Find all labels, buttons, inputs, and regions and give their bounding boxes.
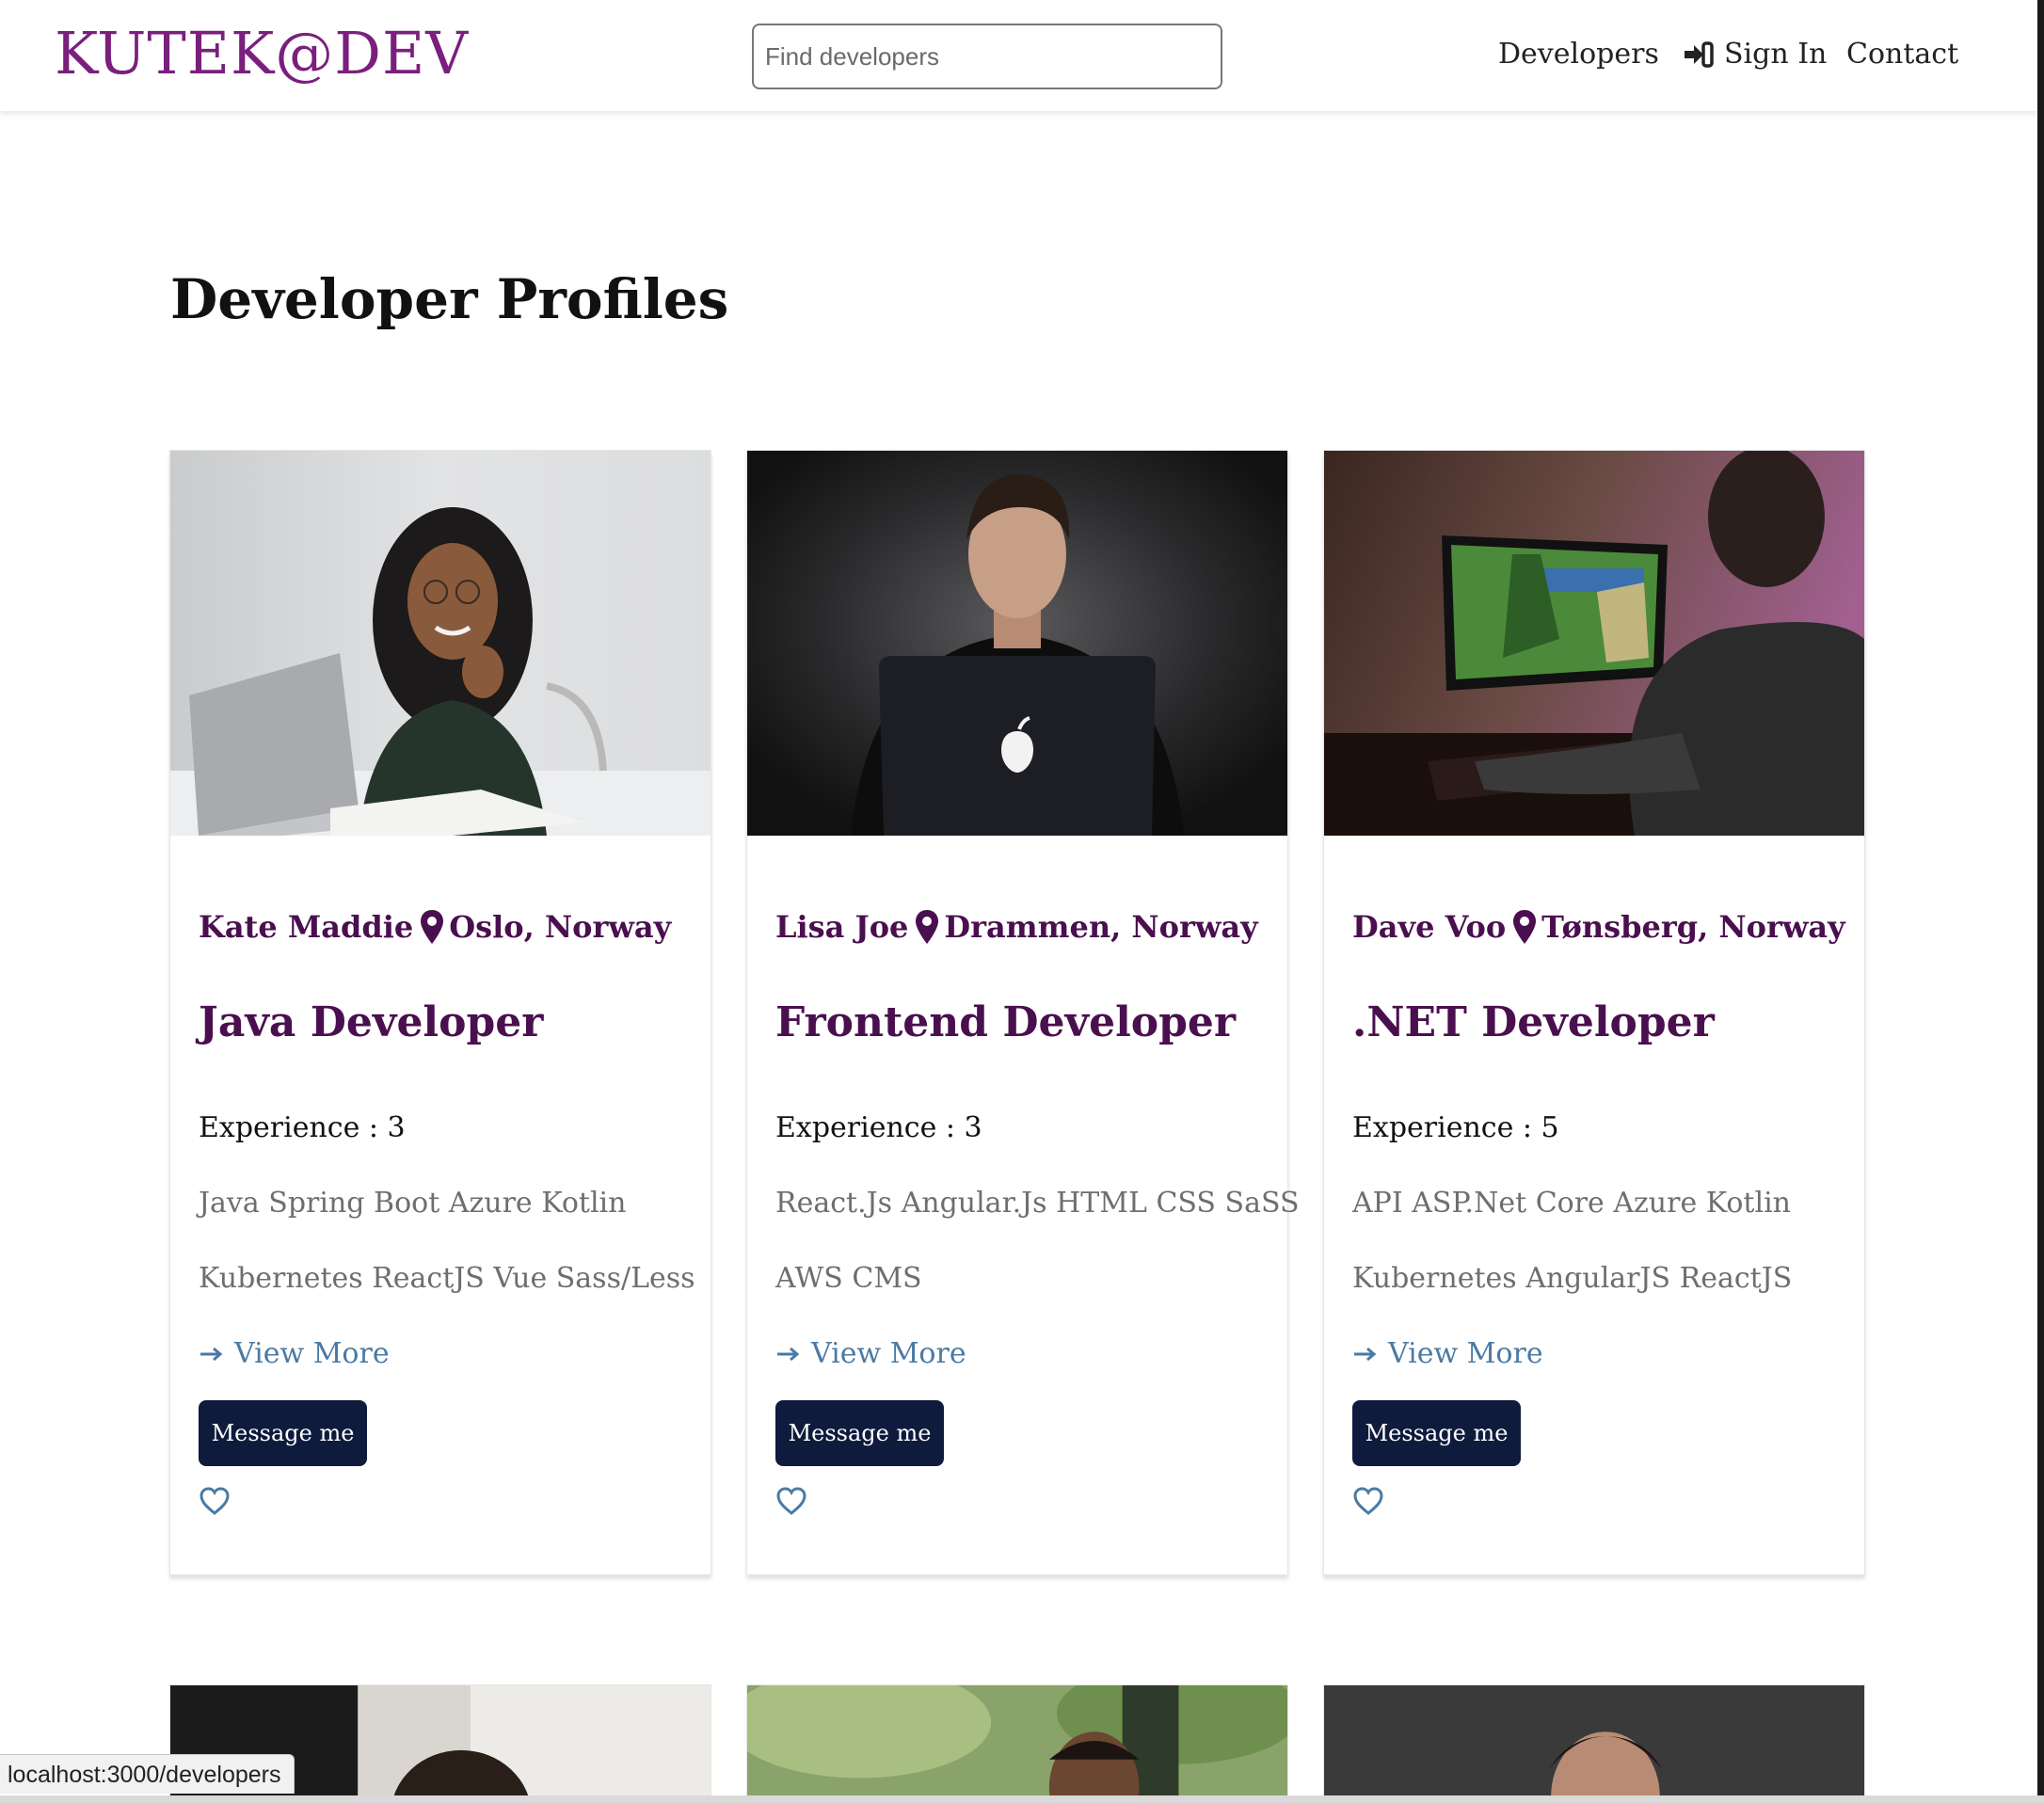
view-more-label: View More xyxy=(1388,1337,1543,1370)
developer-card: Dave Voo Tønsberg, Norway .NET Developer… xyxy=(1323,450,1865,1575)
message-me-button[interactable]: Message me xyxy=(1352,1400,1521,1466)
developer-location: Oslo, Norway xyxy=(449,909,672,945)
developer-role: Java Developer xyxy=(199,998,544,1046)
developer-skills-line2: Kubernetes ReactJS Vue Sass/Less xyxy=(199,1262,695,1295)
developer-card-partial xyxy=(746,1684,1288,1803)
message-me-button[interactable]: Message me xyxy=(199,1400,367,1466)
developer-skills-line1: Java Spring Boot Azure Kotlin xyxy=(199,1187,627,1220)
developer-photo xyxy=(1324,1685,1864,1802)
developer-location: Tønsberg, Norway xyxy=(1541,909,1845,945)
view-more-link[interactable]: View More xyxy=(775,1337,966,1370)
developer-name: Lisa Joe xyxy=(775,909,909,945)
arrow-right-icon xyxy=(200,1347,223,1361)
developer-photo xyxy=(747,1685,1287,1802)
developer-name-location: Kate Maddie Oslo, Norway xyxy=(199,908,671,946)
sign-in-icon xyxy=(1685,41,1714,68)
developer-location: Drammen, Norway xyxy=(944,909,1258,945)
view-more-link[interactable]: View More xyxy=(1352,1337,1543,1370)
map-pin-icon xyxy=(421,910,444,944)
developer-card-partial xyxy=(1323,1684,1865,1803)
developer-card: Kate Maddie Oslo, Norway Java Developer … xyxy=(169,450,711,1575)
window-edge xyxy=(2037,0,2044,1803)
developer-role: Frontend Developer xyxy=(775,998,1237,1046)
map-pin-icon xyxy=(916,910,939,944)
nav-developers-label: Developers xyxy=(1498,38,1659,71)
developer-name-location: Dave Voo Tønsberg, Norway xyxy=(1352,908,1845,946)
view-more-label: View More xyxy=(234,1337,390,1370)
developer-skills-line2: AWS CMS xyxy=(775,1262,922,1295)
heart-outline-icon[interactable] xyxy=(199,1486,231,1516)
view-more-label: View More xyxy=(811,1337,966,1370)
window-bottom-edge xyxy=(0,1795,2044,1803)
site-logo[interactable]: KUTEK@DEV xyxy=(55,21,469,87)
nav-signin-link[interactable]: Sign In xyxy=(1683,32,1827,77)
developer-card: Lisa Joe Drammen, Norway Frontend Develo… xyxy=(746,450,1300,1575)
link-status-bar: localhost:3000/developers xyxy=(0,1754,295,1794)
developer-name: Kate Maddie xyxy=(199,909,414,945)
heart-outline-icon[interactable] xyxy=(775,1486,807,1516)
nav-signin-label: Sign In xyxy=(1724,38,1828,71)
arrow-right-icon xyxy=(1354,1347,1377,1361)
top-navbar: KUTEK@DEV Developers Sign In Contact xyxy=(0,0,2037,111)
page-title: Developer Profiles xyxy=(170,267,729,331)
nav-contact-label: Contact xyxy=(1846,38,1959,71)
view-more-link[interactable]: View More xyxy=(199,1337,390,1370)
developer-photo xyxy=(747,451,1287,836)
developer-experience: Experience : 3 xyxy=(775,1111,982,1144)
developer-name-location: Lisa Joe Drammen, Norway xyxy=(775,908,1258,946)
search-input[interactable] xyxy=(752,24,1222,89)
developer-photo xyxy=(1324,451,1864,836)
nav-developers-link[interactable]: Developers xyxy=(1498,32,1659,77)
developer-photo xyxy=(170,451,711,836)
developer-skills-line1: React.Js Angular.Js HTML CSS SaSS xyxy=(775,1187,1300,1220)
nav-contact-link[interactable]: Contact xyxy=(1846,32,1958,77)
developer-role: .NET Developer xyxy=(1352,998,1715,1046)
arrow-right-icon xyxy=(777,1347,800,1361)
message-me-button[interactable]: Message me xyxy=(775,1400,944,1466)
heart-outline-icon[interactable] xyxy=(1352,1486,1384,1516)
developer-experience: Experience : 5 xyxy=(1352,1111,1559,1144)
developer-experience: Experience : 3 xyxy=(199,1111,406,1144)
map-pin-icon xyxy=(1513,910,1537,944)
developer-name: Dave Voo xyxy=(1352,909,1507,945)
developer-skills-line2: Kubernetes AngularJS ReactJS xyxy=(1352,1262,1793,1295)
developer-skills-line1: API ASP.Net Core Azure Kotlin xyxy=(1352,1187,1791,1220)
